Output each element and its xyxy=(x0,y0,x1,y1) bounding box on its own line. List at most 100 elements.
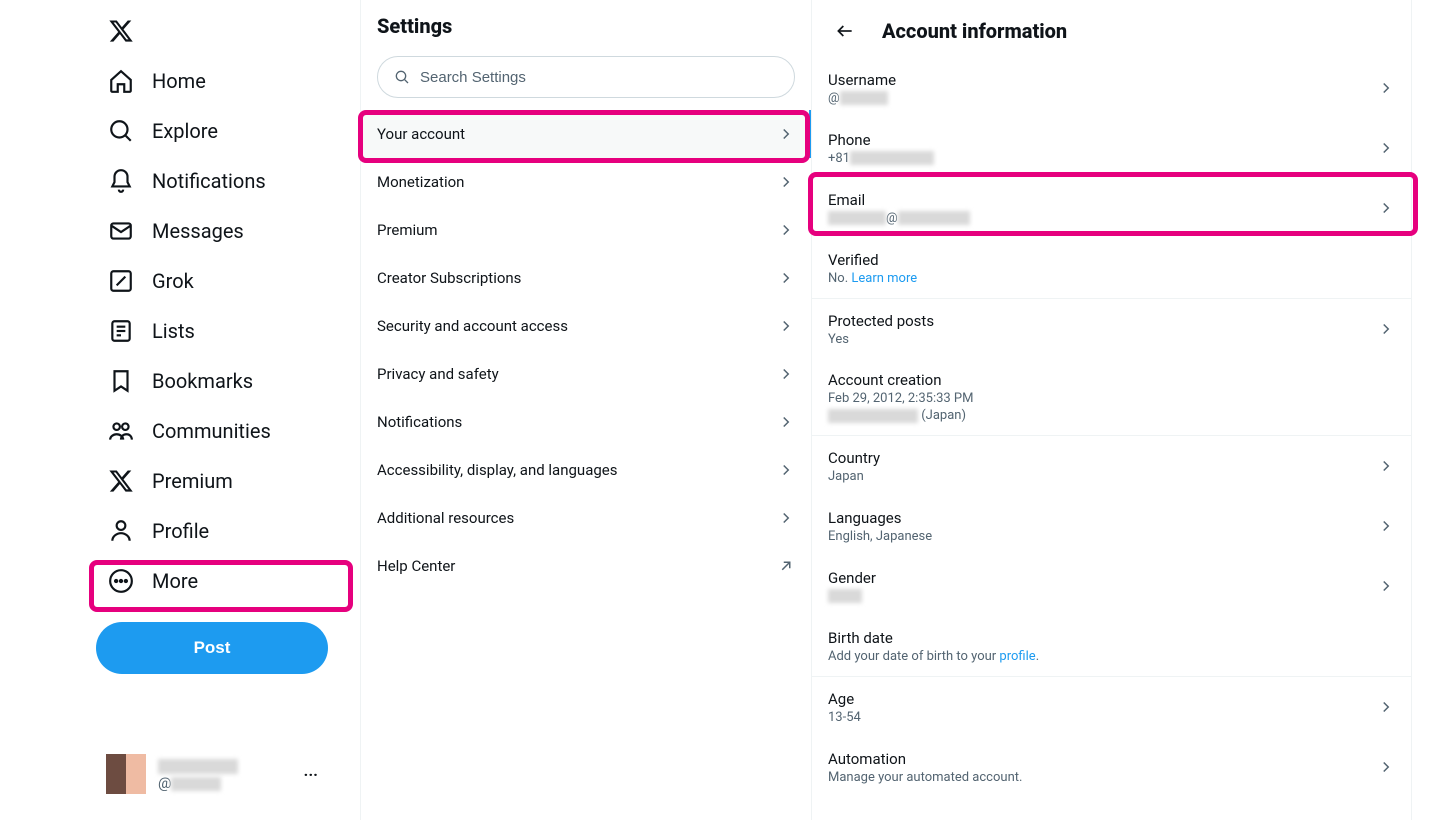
search-input[interactable] xyxy=(420,69,778,86)
nav-grok[interactable]: Grok xyxy=(96,256,218,306)
value: Feb 29, 2012, 2:35:33 PM xyxy=(828,391,1395,406)
label: Languages xyxy=(828,509,1377,527)
chevron-right-icon xyxy=(1377,698,1395,716)
x-icon xyxy=(108,468,134,494)
chip-text: @ xyxy=(158,756,238,792)
x-logo[interactable] xyxy=(96,6,360,56)
nav-profile[interactable]: Profile xyxy=(96,506,233,556)
value: Japan xyxy=(828,469,1377,484)
settings-item-premium[interactable]: Premium xyxy=(361,206,811,254)
detail-verified: Verified No. Learn more xyxy=(812,238,1411,298)
settings-item-your-account[interactable]: Your account xyxy=(361,110,811,158)
learn-more-link[interactable]: Learn more xyxy=(851,271,917,286)
arrow-left-icon xyxy=(835,21,855,41)
nav-messages[interactable]: Messages xyxy=(96,206,268,256)
nav-label: Grok xyxy=(152,269,194,293)
detail-gender[interactable]: Gender xyxy=(812,556,1411,616)
post-label: Post xyxy=(194,638,231,658)
label: Phone xyxy=(828,131,1377,149)
value: English, Japanese xyxy=(828,529,1377,544)
nav-more[interactable]: More xyxy=(96,556,222,606)
account-info-column: Account information Username @ Phone +81… xyxy=(812,0,1412,820)
chevron-right-icon xyxy=(1377,457,1395,475)
detail-automation[interactable]: Automation Manage your automated account… xyxy=(812,737,1411,797)
mail-icon xyxy=(108,218,134,244)
post-button[interactable]: Post xyxy=(96,622,328,674)
settings-item-accessibility[interactable]: Accessibility, display, and languages xyxy=(361,446,811,494)
chevron-right-icon xyxy=(1377,320,1395,338)
chip-handle: @ xyxy=(158,774,238,792)
nav-home[interactable]: Home xyxy=(96,56,230,106)
left-gutter xyxy=(0,0,96,820)
settings-item-security[interactable]: Security and account access xyxy=(361,302,811,350)
more-circle-icon xyxy=(108,568,134,594)
item-label: Privacy and safety xyxy=(377,365,499,383)
settings-item-privacy[interactable]: Privacy and safety xyxy=(361,350,811,398)
chevron-right-icon xyxy=(1377,139,1395,157)
settings-item-notifications[interactable]: Notifications xyxy=(361,398,811,446)
external-link-icon xyxy=(777,557,795,575)
location: (Japan) xyxy=(828,408,1395,423)
label: Automation xyxy=(828,750,1377,768)
x-logo-icon xyxy=(108,18,134,44)
nav-label: Premium xyxy=(152,469,233,493)
chevron-right-icon xyxy=(1377,758,1395,776)
settings-item-additional[interactable]: Additional resources xyxy=(361,494,811,542)
nav-label: Communities xyxy=(152,419,271,443)
label: Account creation xyxy=(828,371,1395,389)
nav-communities[interactable]: Communities xyxy=(96,406,295,456)
detail-country[interactable]: Country Japan xyxy=(812,436,1411,496)
chevron-right-icon xyxy=(1377,79,1395,97)
back-button[interactable] xyxy=(828,14,862,48)
search-settings[interactable] xyxy=(377,56,795,98)
item-label: Premium xyxy=(377,221,438,239)
value: 13-54 xyxy=(828,710,1377,725)
chevron-right-icon xyxy=(777,125,795,143)
bell-icon xyxy=(108,168,134,194)
detail-birth-date: Birth date Add your date of birth to you… xyxy=(812,616,1411,676)
label: Age xyxy=(828,690,1377,708)
item-label: Additional resources xyxy=(377,509,514,527)
value xyxy=(828,589,1377,604)
detail-username[interactable]: Username @ xyxy=(812,58,1411,118)
nav-label: More xyxy=(152,569,198,593)
item-label: Monetization xyxy=(377,173,464,191)
profile-link[interactable]: profile xyxy=(999,649,1035,664)
nav-label: Explore xyxy=(152,119,218,143)
chevron-right-icon xyxy=(1377,199,1395,217)
search-icon xyxy=(108,118,134,144)
nav-lists[interactable]: Lists xyxy=(96,306,219,356)
nav-label: Home xyxy=(152,69,206,93)
nav-label: Profile xyxy=(152,519,209,543)
value: Add your date of birth to your profile. xyxy=(828,649,1395,664)
detail-account-creation: Account creation Feb 29, 2012, 2:35:33 P… xyxy=(812,359,1411,435)
grok-icon xyxy=(108,268,134,294)
detail-age[interactable]: Age 13-54 xyxy=(812,677,1411,737)
chevron-right-icon xyxy=(777,461,795,479)
detail-languages[interactable]: Languages English, Japanese xyxy=(812,496,1411,556)
nav-premium[interactable]: Premium xyxy=(96,456,257,506)
detail-phone[interactable]: Phone +81 xyxy=(812,118,1411,178)
chevron-right-icon xyxy=(777,269,795,287)
settings-item-creator-subscriptions[interactable]: Creator Subscriptions xyxy=(361,254,811,302)
nav-bookmarks[interactable]: Bookmarks xyxy=(96,356,277,406)
label: Gender xyxy=(828,569,1377,587)
detail-protected-posts[interactable]: Protected posts Yes xyxy=(812,299,1411,359)
chevron-right-icon xyxy=(777,365,795,383)
nav-notifications[interactable]: Notifications xyxy=(96,156,290,206)
settings-item-help-center[interactable]: Help Center xyxy=(361,542,811,590)
detail-email[interactable]: Email @ xyxy=(812,178,1411,238)
settings-item-monetization[interactable]: Monetization xyxy=(361,158,811,206)
label: Country xyxy=(828,449,1377,467)
account-chip[interactable]: @ ··· xyxy=(96,744,336,804)
chevron-right-icon xyxy=(1377,517,1395,535)
item-label: Help Center xyxy=(377,557,455,575)
label: Verified xyxy=(828,251,1395,269)
settings-column: Settings Your account Monetization Premi… xyxy=(360,0,812,820)
chip-name xyxy=(158,756,238,774)
settings-title: Settings xyxy=(377,14,452,38)
profile-icon xyxy=(108,518,134,544)
value: Manage your automated account. xyxy=(828,770,1377,785)
nav-explore[interactable]: Explore xyxy=(96,106,242,156)
chevron-right-icon xyxy=(777,221,795,239)
